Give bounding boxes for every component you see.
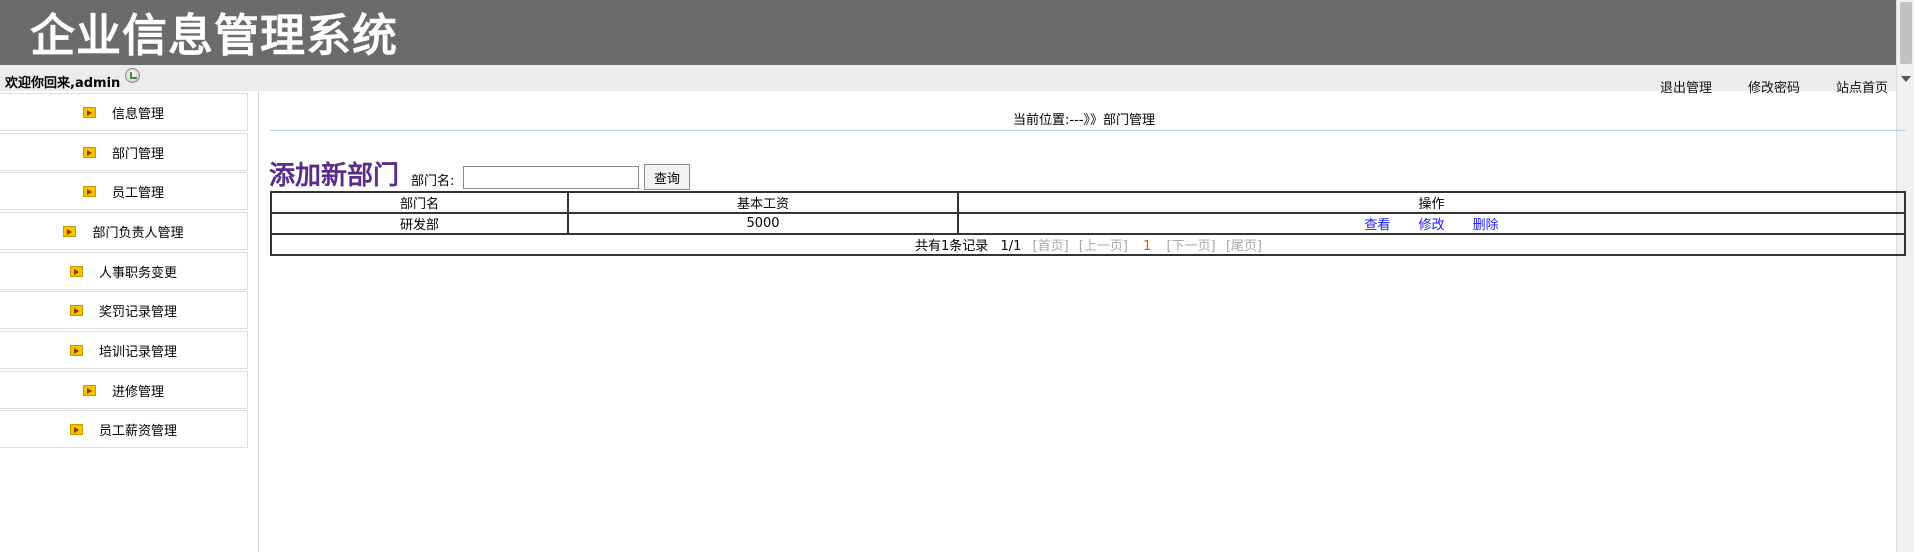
next-page-link[interactable]: [下一页] — [1167, 239, 1216, 254]
sidebar-item-label: 人事职务变更 — [98, 265, 177, 281]
page-scrollbar[interactable] — [1896, 0, 1914, 552]
search-label: 部门名: — [411, 174, 455, 189]
edit-link[interactable]: 修改 — [1418, 218, 1444, 233]
sidebar-item-info[interactable]: 信息管理 — [0, 93, 248, 131]
prev-page-link[interactable]: [上一页] — [1079, 239, 1128, 254]
header-banner: 企业信息管理系统 — [0, 0, 1896, 65]
sidebar-item-further-study[interactable]: 进修管理 — [0, 371, 248, 409]
table-row: 研发部 5000 查看 修改 删除 — [270, 212, 1906, 235]
sidebar-item-dept-heads[interactable]: 部门负责人管理 — [0, 212, 248, 250]
arrow-right-icon — [63, 225, 77, 237]
sidebar-item-label: 奖罚记录管理 — [98, 304, 177, 320]
sidebar-item-salaries[interactable]: 员工薪资管理 — [0, 410, 248, 448]
scrollbar-thumb[interactable] — [1900, 2, 1912, 64]
divider — [270, 130, 1906, 131]
pager-row: 共有1条记录 1/1 [首页] [上一页] 1 [下一页] [尾页] — [270, 233, 1906, 256]
arrow-right-icon — [82, 384, 96, 396]
cell-base-salary: 5000 — [567, 212, 959, 235]
sidebar-item-training[interactable]: 培训记录管理 — [0, 331, 248, 369]
sidebar-item-label: 部门负责人管理 — [92, 225, 184, 241]
view-link[interactable]: 查看 — [1364, 218, 1390, 233]
arrow-right-icon — [69, 304, 83, 316]
app-title: 企业信息管理系统 — [30, 9, 399, 62]
arrow-right-icon — [82, 185, 96, 197]
sidebar-item-label: 部门管理 — [111, 146, 164, 162]
column-header-salary: 基本工资 — [567, 191, 959, 214]
delete-link[interactable]: 删除 — [1473, 218, 1499, 233]
column-header-actions: 操作 — [957, 191, 1906, 214]
arrow-right-icon — [69, 344, 83, 356]
current-page: 1 — [1143, 239, 1152, 254]
pager: 共有1条记录 1/1 [首页] [上一页] 1 [下一页] [尾页] — [270, 233, 1906, 256]
sidebar-item-position-changes[interactable]: 人事职务变更 — [0, 252, 248, 290]
sidebar-item-label: 培训记录管理 — [98, 344, 177, 360]
cell-department-name: 研发部 — [270, 212, 569, 235]
sidebar-item-employees[interactable]: 员工管理 — [0, 172, 248, 210]
sidebar-item-label: 员工管理 — [111, 185, 164, 201]
sidebar-item-label: 进修管理 — [111, 384, 164, 400]
welcome-text: 欢迎你回来,admin — [5, 76, 121, 91]
sidebar-item-rewards[interactable]: 奖罚记录管理 — [0, 291, 248, 329]
search-button[interactable]: 查询 — [644, 164, 690, 190]
page-indicator: 1/1 — [1000, 239, 1022, 254]
breadcrumb: 当前位置:---》》部门管理 — [1013, 113, 1155, 128]
sidebar-item-departments[interactable]: 部门管理 — [0, 133, 248, 171]
table-header-row: 部门名 基本工资 操作 — [270, 191, 1906, 214]
last-page-link[interactable]: [尾页] — [1226, 239, 1262, 254]
first-page-link[interactable]: [首页] — [1033, 239, 1069, 254]
sidebar-item-label: 员工薪资管理 — [98, 423, 177, 439]
logout-link[interactable]: 退出管理 — [1660, 77, 1712, 96]
scroll-down-arrow-icon[interactable] — [1901, 76, 1911, 82]
arrow-right-icon — [82, 106, 96, 118]
clock-icon — [125, 68, 140, 83]
arrow-right-icon — [69, 265, 83, 277]
top-bar: 欢迎你回来,admin 退出管理 修改密码 站点首页 — [0, 65, 1896, 96]
department-name-input[interactable] — [463, 166, 639, 189]
record-count: 共有1条记录 — [915, 239, 989, 254]
arrow-right-icon — [69, 423, 83, 435]
sidebar: 信息管理 部门管理 员工管理 部门负责人管理 人事职务变更 奖罚记录管理 培训记… — [0, 91, 259, 552]
sidebar-item-label: 信息管理 — [111, 106, 164, 122]
change-password-link[interactable]: 修改密码 — [1748, 77, 1800, 96]
column-header-name: 部门名 — [270, 191, 569, 214]
arrow-right-icon — [82, 146, 96, 158]
add-department-link[interactable]: 添加新部门 — [269, 155, 399, 192]
department-table: 部门名 基本工资 操作 研发部 5000 查看 修改 删除 共有1条记录 1/1… — [270, 191, 1906, 256]
site-home-link[interactable]: 站点首页 — [1836, 77, 1888, 96]
cell-actions: 查看 修改 删除 — [957, 212, 1906, 235]
